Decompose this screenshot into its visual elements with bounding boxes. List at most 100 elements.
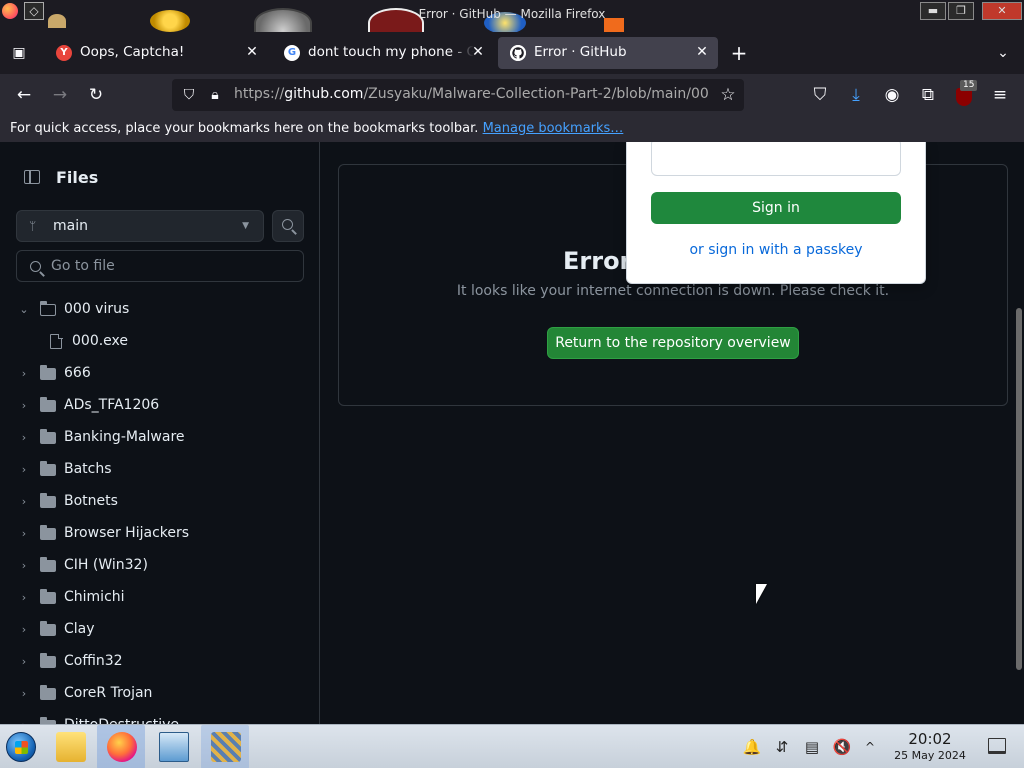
sign-in-button[interactable]: Sign in — [651, 192, 901, 224]
tree-folder-row[interactable]: › ADs_TFA1206 — [0, 390, 320, 422]
taskbar-file-manager[interactable] — [46, 725, 94, 768]
tree-item-label: CIH (Win32) — [64, 557, 148, 573]
chevron-right-icon[interactable]: › — [17, 591, 31, 605]
tree-item-label: DittoDestructive — [64, 717, 179, 724]
collapse-sidebar-button[interactable] — [16, 162, 48, 192]
tab-bar: ▣ Y Oops, Captcha! ✕ G dont touch my pho… — [0, 32, 1024, 74]
manage-bookmarks-link[interactable]: Manage bookmarks… — [483, 121, 624, 136]
tree-folder-row[interactable]: › CIH (Win32) — [0, 550, 320, 582]
tab-list-icon[interactable]: ▣ — [8, 42, 30, 64]
chevron-right-icon[interactable]: › — [17, 527, 31, 541]
password-field[interactable] — [651, 142, 901, 176]
tree-folder-row[interactable]: › Banking-Malware — [0, 422, 320, 454]
forward-button[interactable]: → — [48, 83, 72, 107]
yandex-favicon-icon: Y — [56, 45, 72, 61]
bookmark-star-icon[interactable]: ☆ — [718, 85, 738, 105]
search-code-button[interactable] — [272, 210, 304, 242]
volume-muted-icon[interactable]: 🔇 — [832, 737, 852, 757]
url-text[interactable]: https://github.com/Zusyaku/Malware-Colle… — [234, 86, 710, 102]
file-icon — [50, 333, 63, 349]
pocket-icon[interactable]: ⛉ — [808, 83, 832, 107]
tree-file-row[interactable]: 000.exe — [0, 326, 320, 358]
taskbar-app[interactable] — [201, 725, 249, 768]
tree-folder-row[interactable]: ⌄ 000 virus — [0, 294, 320, 326]
tree-item-label: Coffin32 — [64, 653, 123, 669]
tree-folder-row[interactable]: › Chimichi — [0, 582, 320, 614]
tree-folder-row[interactable]: ›DittoDestructive — [0, 710, 320, 724]
chevron-right-icon[interactable]: › — [17, 687, 31, 701]
tree-folder-row[interactable]: › Coffin32 — [0, 646, 320, 678]
reload-button[interactable]: ↻ — [84, 83, 108, 107]
branch-selector-button[interactable]: ᛘ main ▼ — [16, 210, 264, 242]
folder-icon — [40, 589, 56, 604]
network-icon[interactable]: ⇵ — [772, 737, 792, 757]
taskbar-firefox[interactable] — [97, 725, 145, 768]
clock-date: 25 May 2024 — [894, 749, 966, 762]
folder-icon — [40, 397, 56, 412]
tree-item-label: Clay — [64, 621, 95, 637]
window-title: Error · GitHub — Mozilla Firefox — [418, 7, 606, 21]
chevron-right-icon[interactable]: › — [17, 655, 31, 669]
search-icon — [282, 219, 293, 230]
tree-item-label: Chimichi — [64, 589, 125, 605]
show-desktop-icon[interactable] — [988, 738, 1006, 754]
chevron-down-icon[interactable]: ⌄ — [17, 303, 31, 317]
url-bar[interactable]: ⛉ 🔒︎ https://github.com/Zusyaku/Malware-… — [172, 79, 744, 111]
tree-folder-row[interactable]: › Clay — [0, 614, 320, 646]
firefox-icon — [107, 732, 137, 762]
lock-icon[interactable]: 🔒︎ — [206, 86, 224, 104]
tab-dont-touch-my-phone[interactable]: G dont touch my phone - Go ✕ — [272, 37, 494, 69]
chevron-right-icon[interactable]: › — [17, 367, 31, 381]
downloads-icon[interactable]: ⤓ — [844, 83, 868, 107]
chevron-right-icon[interactable]: › — [17, 463, 31, 477]
back-button[interactable]: ← — [12, 83, 36, 107]
folder-icon — [40, 653, 56, 668]
minimize-button[interactable]: ▬ — [920, 2, 946, 20]
new-tab-button[interactable]: + — [728, 42, 750, 64]
tab-oops-captcha[interactable]: Y Oops, Captcha! ✕ — [44, 37, 268, 69]
chevron-right-icon[interactable]: › — [17, 399, 31, 413]
tree-item-label: 666 — [64, 365, 91, 381]
tab-close-icon[interactable]: ✕ — [244, 44, 260, 60]
tab-label: dont touch my phone - Go — [308, 44, 474, 60]
page-scrollbar[interactable] — [1016, 308, 1022, 670]
chevron-right-icon[interactable]: › — [17, 559, 31, 573]
return-to-repository-button[interactable]: Return to the repository overview — [547, 327, 799, 359]
sign-in-popover: Sign in or sign in with a passkey — [626, 142, 926, 284]
bookmarks-hint-text: For quick access, place your bookmarks h… — [10, 121, 479, 136]
chevron-right-icon[interactable]: › — [17, 431, 31, 445]
ublock-blocked-count-badge: 15 — [960, 80, 978, 91]
list-all-tabs-icon[interactable]: ⌄ — [992, 42, 1014, 64]
tab-close-icon[interactable]: ✕ — [470, 44, 486, 60]
clock[interactable]: 20:02 25 May 2024 — [888, 730, 972, 763]
tab-error-github[interactable]: Error · GitHub ✕ — [498, 37, 718, 69]
show-hidden-icons-chevron-icon[interactable]: ^ — [860, 737, 880, 757]
go-to-file-field[interactable] — [16, 250, 304, 282]
extensions-puzzle-icon[interactable]: ⧉ — [916, 83, 940, 107]
notifications-bell-icon[interactable]: 🔔 — [742, 737, 762, 757]
tracking-protection-shield-icon[interactable]: ⛉ — [180, 86, 198, 104]
chevron-right-icon[interactable]: › — [17, 495, 31, 509]
chevron-right-icon[interactable]: › — [17, 623, 31, 637]
error-title: Error — [563, 247, 632, 275]
account-icon[interactable]: ◉ — [880, 83, 904, 107]
tree-item-label: 000 virus — [64, 301, 130, 317]
close-window-button[interactable]: ✕ — [982, 2, 1022, 20]
tree-folder-row[interactable]: › Browser Hijackers — [0, 518, 320, 550]
passkey-sign-in-link[interactable]: or sign in with a passkey — [627, 242, 925, 258]
clipboard-icon[interactable]: ▤ — [802, 737, 822, 757]
branch-name: main — [53, 218, 88, 234]
tree-folder-row[interactable]: › Botnets — [0, 486, 320, 518]
go-to-file-input[interactable] — [51, 255, 291, 277]
maximize-button[interactable]: ❐ — [948, 2, 974, 20]
taskbar-system-settings[interactable] — [149, 725, 197, 768]
tree-folder-row[interactable]: › Batchs — [0, 454, 320, 486]
tab-label: Oops, Captcha! — [80, 44, 185, 60]
sidebar-toggle-icon — [24, 170, 40, 184]
tree-item-label: Botnets — [64, 493, 118, 509]
tree-folder-row[interactable]: › 666 — [0, 358, 320, 390]
start-button[interactable] — [6, 732, 36, 762]
tree-folder-row[interactable]: › CoreR Trojan — [0, 678, 320, 710]
tab-close-icon[interactable]: ✕ — [694, 44, 710, 60]
hamburger-menu-icon[interactable]: ≡ — [988, 83, 1012, 107]
